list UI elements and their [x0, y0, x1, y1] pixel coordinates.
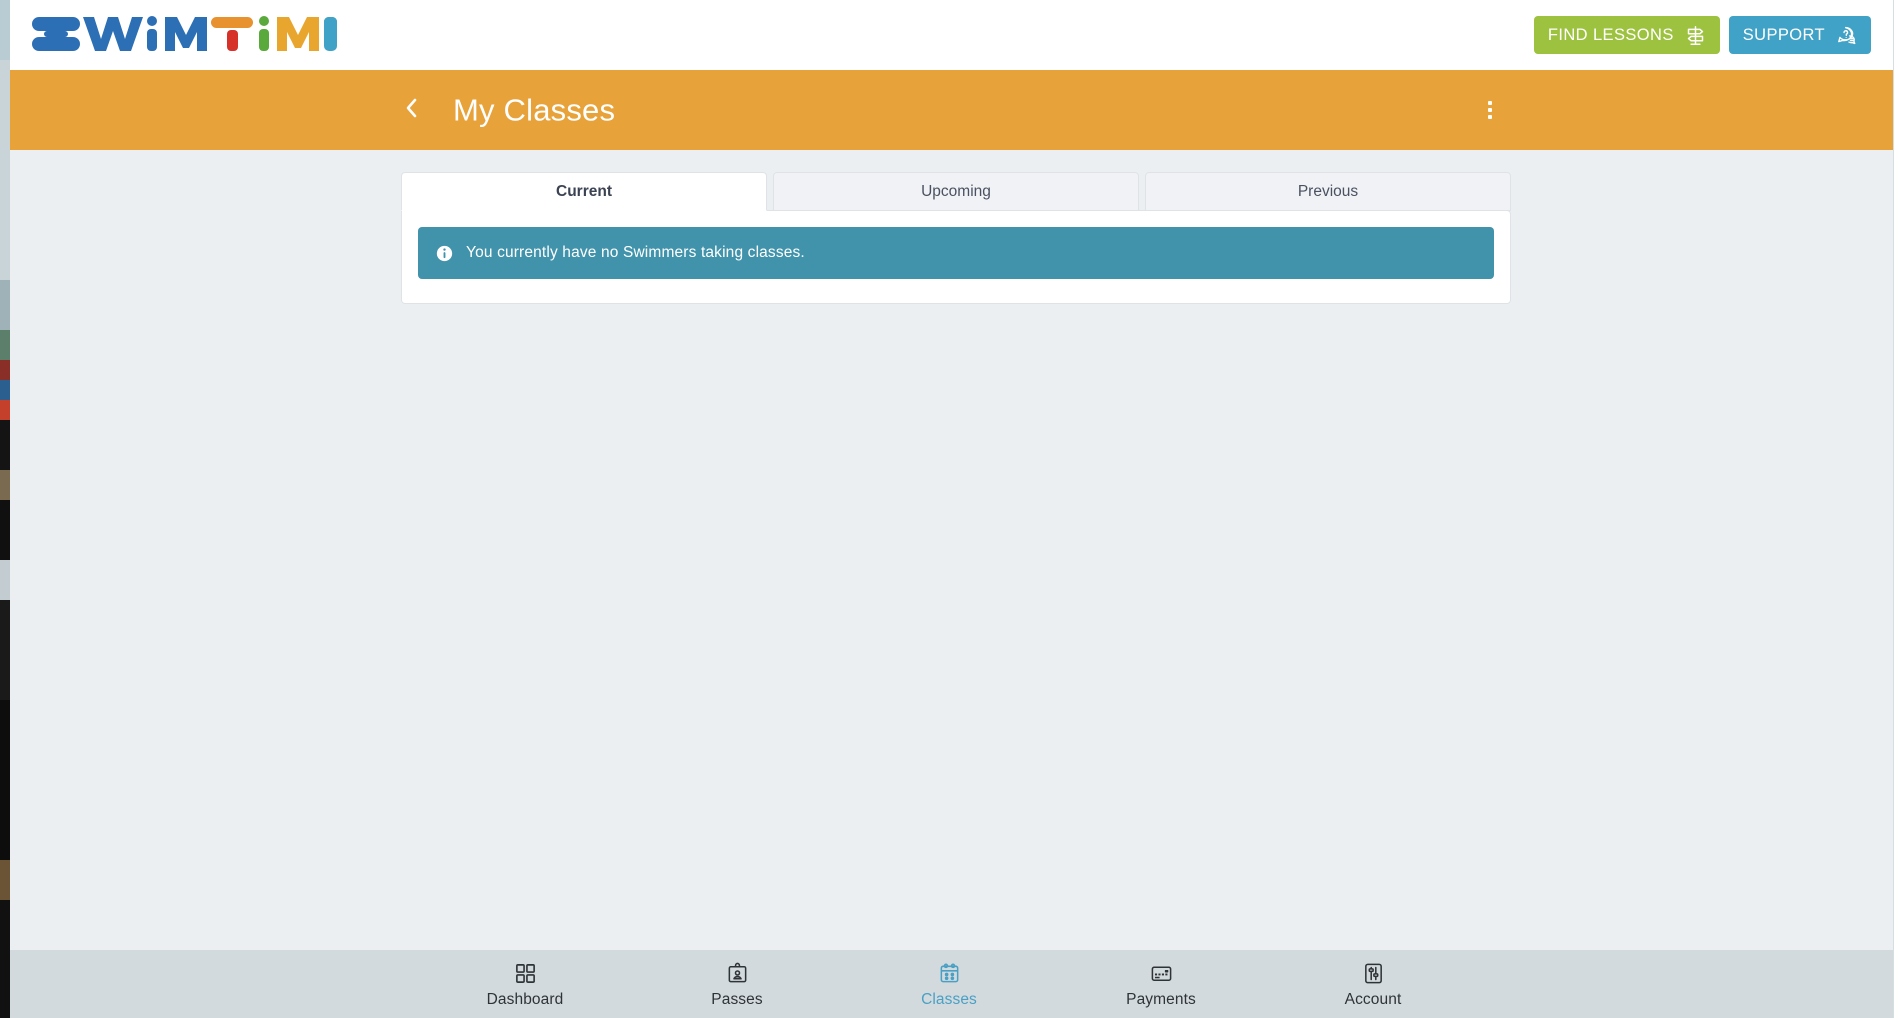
main-content: Current Upcoming Previous You currently …	[5, 150, 1893, 950]
swimtime-logo[interactable]	[19, 13, 337, 57]
app-screen: FIND LESSONS SUPPORT My Classes Current …	[0, 0, 1898, 1018]
tab-current-label: Current	[556, 182, 612, 200]
page-header: My Classes	[5, 70, 1893, 150]
tab-bar: Current Upcoming Previous	[401, 172, 1511, 211]
id-badge-icon	[726, 961, 749, 987]
tab-current[interactable]: Current	[401, 172, 767, 211]
kebab-dot	[1488, 115, 1492, 119]
find-lessons-label: FIND LESSONS	[1547, 25, 1674, 44]
empty-state-alert: You currently have no Swimmers taking cl…	[418, 227, 1494, 279]
nav-label-dashboard: Dashboard	[486, 990, 564, 1008]
signpost-icon	[1685, 25, 1706, 46]
back-button[interactable]	[398, 96, 426, 124]
nav-label-passes: Passes	[711, 990, 763, 1008]
kebab-menu-icon[interactable]	[1477, 95, 1503, 125]
bottom-navigation: Dashboard Passes Classes Payments Accoun…	[5, 950, 1893, 1018]
nav-item-payments[interactable]: Payments	[1055, 961, 1267, 1008]
info-circle-icon	[436, 245, 453, 262]
top-bar-actions: FIND LESSONS SUPPORT	[1533, 16, 1877, 54]
nav-item-account[interactable]: Account	[1267, 961, 1479, 1008]
top-bar: FIND LESSONS SUPPORT	[5, 0, 1893, 70]
grid-icon	[514, 961, 537, 987]
tab-previous-label: Previous	[1297, 182, 1359, 200]
nav-item-dashboard[interactable]: Dashboard	[419, 961, 631, 1008]
sliders-icon	[1362, 961, 1385, 987]
app-window: FIND LESSONS SUPPORT My Classes Current …	[5, 0, 1893, 1018]
chevron-left-icon	[404, 96, 420, 125]
support-button[interactable]: SUPPORT	[1728, 16, 1871, 54]
tab-upcoming-label: Upcoming	[921, 182, 991, 200]
calendar-icon	[938, 961, 961, 987]
question-chat-icon	[1836, 25, 1857, 46]
support-label: SUPPORT	[1742, 25, 1825, 44]
empty-state-message: You currently have no Swimmers taking cl…	[466, 244, 805, 261]
tab-upcoming[interactable]: Upcoming	[773, 172, 1139, 211]
find-lessons-button[interactable]: FIND LESSONS	[1533, 16, 1720, 54]
page-title: My Classes	[453, 92, 616, 128]
nav-label-payments: Payments	[1126, 990, 1196, 1008]
tab-previous[interactable]: Previous	[1145, 172, 1511, 211]
nav-item-classes[interactable]: Classes	[843, 961, 1055, 1008]
classes-panel: Current Upcoming Previous You currently …	[401, 172, 1511, 304]
kebab-dot	[1488, 101, 1492, 105]
nav-label-account: Account	[1344, 990, 1402, 1008]
tab-panel-card: You currently have no Swimmers taking cl…	[401, 210, 1511, 304]
nav-item-passes[interactable]: Passes	[631, 961, 843, 1008]
credit-card-icon	[1150, 961, 1173, 987]
kebab-dot	[1488, 108, 1492, 112]
nav-label-classes: Classes	[921, 990, 977, 1008]
background-desktop-sliver	[0, 0, 10, 1018]
right-edge-sliver	[1893, 0, 1898, 1018]
